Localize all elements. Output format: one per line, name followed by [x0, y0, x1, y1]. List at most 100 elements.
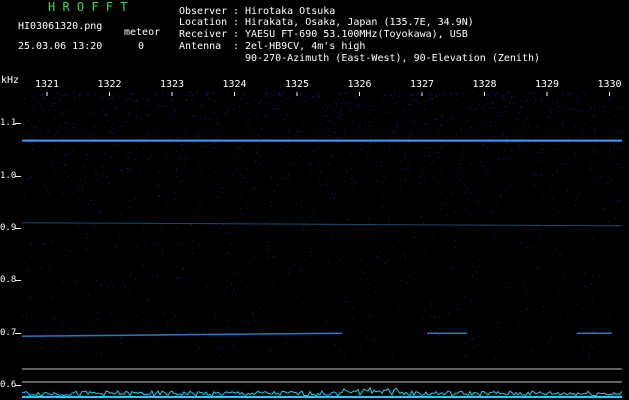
noise-speckle — [280, 141, 282, 143]
noise-speckle — [289, 268, 291, 270]
noise-speckle — [530, 309, 531, 311]
noise-speckle — [141, 119, 143, 121]
noise-speckle — [441, 208, 443, 210]
noise-speckle — [227, 342, 229, 344]
noise-speckle — [504, 189, 506, 191]
noise-speckle — [198, 347, 200, 349]
noise-speckle — [431, 103, 433, 105]
noise-speckle — [262, 296, 264, 298]
noise-speckle — [106, 339, 108, 341]
noise-speckle — [114, 273, 116, 275]
noise-speckle — [236, 153, 238, 155]
noise-speckle — [440, 145, 442, 147]
noise-speckle — [488, 249, 490, 251]
noise-speckle — [471, 126, 473, 128]
noise-speckle — [148, 252, 150, 254]
noise-speckle — [458, 175, 460, 177]
noise-speckle — [293, 264, 295, 266]
noise-speckle — [308, 98, 310, 100]
noise-speckle — [142, 320, 144, 322]
noise-speckle — [396, 351, 398, 353]
noise-speckle — [566, 305, 567, 307]
noise-speckle — [357, 208, 359, 210]
noise-speckle — [316, 238, 318, 240]
noise-speckle — [501, 95, 503, 96]
noise-speckle — [329, 249, 331, 251]
noise-speckle — [567, 239, 569, 241]
noise-speckle — [596, 338, 598, 340]
noise-speckle — [338, 261, 340, 263]
noise-speckle — [253, 132, 255, 134]
noise-speckle — [157, 151, 159, 153]
noise-speckle — [343, 353, 345, 355]
x-tick-label: 1329 — [535, 79, 560, 90]
noise-speckle — [562, 92, 564, 94]
noise-speckle — [478, 104, 480, 106]
noise-speckle — [482, 145, 484, 147]
noise-speckle — [383, 143, 385, 145]
noise-speckle — [162, 283, 164, 285]
noise-speckle — [599, 329, 601, 331]
noise-speckle — [166, 92, 168, 94]
noise-speckle — [330, 150, 331, 152]
noise-speckle — [263, 164, 265, 166]
noise-speckle — [439, 334, 440, 336]
noise-speckle — [413, 232, 415, 234]
noise-speckle — [123, 160, 125, 161]
noise-speckle — [470, 300, 472, 302]
noise-speckle — [474, 297, 476, 299]
noise-speckle — [273, 255, 274, 257]
noise-speckle — [542, 144, 544, 146]
noise-speckle — [612, 158, 614, 160]
noise-speckle — [300, 285, 302, 287]
noise-speckle — [609, 313, 611, 315]
noise-speckle — [273, 283, 274, 285]
noise-speckle — [492, 318, 494, 320]
noise-speckle — [235, 165, 237, 166]
noise-speckle — [529, 357, 531, 359]
noise-speckle — [581, 110, 583, 112]
noise-speckle — [466, 188, 468, 190]
noise-speckle — [333, 108, 335, 110]
noise-speckle — [419, 330, 421, 332]
noise-speckle — [608, 118, 610, 120]
noise-speckle — [342, 250, 344, 251]
noise-speckle — [239, 273, 241, 275]
noise-speckle — [480, 143, 482, 145]
noise-speckle — [95, 92, 97, 94]
noise-speckle — [334, 132, 336, 134]
noise-speckle — [450, 284, 452, 286]
noise-speckle — [55, 117, 56, 119]
noise-speckle — [348, 129, 350, 130]
noise-speckle — [259, 164, 261, 166]
noise-speckle — [428, 131, 430, 133]
noise-speckle — [533, 275, 535, 277]
noise-speckle — [50, 296, 52, 298]
noise-speckle — [523, 96, 525, 98]
noise-speckle — [284, 172, 286, 173]
noise-speckle — [395, 133, 397, 134]
noise-speckle — [456, 109, 458, 111]
noise-speckle — [386, 279, 388, 281]
noise-speckle — [481, 119, 483, 121]
noise-speckle — [317, 143, 319, 145]
noise-speckle — [570, 231, 571, 233]
noise-speckle — [135, 197, 136, 199]
noise-speckle — [608, 98, 610, 99]
noise-speckle — [460, 163, 462, 165]
noise-speckle — [193, 115, 195, 117]
noise-speckle — [269, 349, 271, 351]
noise-speckle — [162, 93, 164, 94]
noise-speckle — [594, 316, 595, 317]
noise-speckle — [123, 342, 125, 343]
noise-speckle — [348, 150, 350, 152]
noise-speckle — [76, 186, 78, 188]
noise-speckle — [385, 95, 387, 97]
noise-speckle — [528, 261, 530, 263]
noise-speckle — [170, 144, 172, 146]
noise-speckle — [68, 175, 70, 177]
noise-speckle — [204, 118, 206, 120]
noise-speckle — [136, 246, 138, 248]
noise-speckle — [301, 328, 302, 330]
noise-speckle — [153, 325, 155, 327]
